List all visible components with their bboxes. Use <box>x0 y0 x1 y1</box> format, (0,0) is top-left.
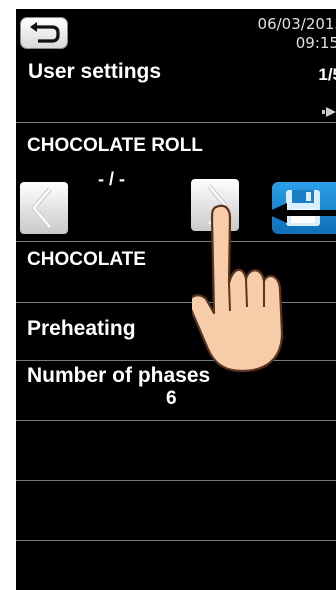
phases-count: 6 <box>166 388 177 409</box>
empty-row <box>16 480 336 541</box>
device-screen: 06/03/2013 09:15 User settings 1/5 CHOCO… <box>16 9 336 590</box>
back-arrow-icon <box>30 22 60 43</box>
phase-name: Preheating <box>27 317 136 340</box>
recipe-name: CHOCOLATE ROLL <box>27 135 203 156</box>
previous-button[interactable] <box>20 182 68 234</box>
recipe-row[interactable]: CHOCOLATE ROLL <box>16 122 336 163</box>
back-button[interactable] <box>20 17 68 49</box>
page-title: User settings <box>28 60 162 83</box>
play-icon[interactable] <box>322 107 336 117</box>
date-display: 06/03/2013 <box>257 15 336 33</box>
empty-row <box>16 540 336 590</box>
chevron-left-icon <box>30 187 52 229</box>
page-indicator: 1/5 <box>318 65 336 84</box>
pointing-hand-icon <box>192 204 284 373</box>
phases-label: Number of phases <box>27 364 211 387</box>
category-name: CHOCOLATE <box>27 249 146 270</box>
time-display: 09:15 <box>295 34 336 52</box>
selector-value: - / - <box>98 169 125 189</box>
empty-row <box>16 420 336 481</box>
